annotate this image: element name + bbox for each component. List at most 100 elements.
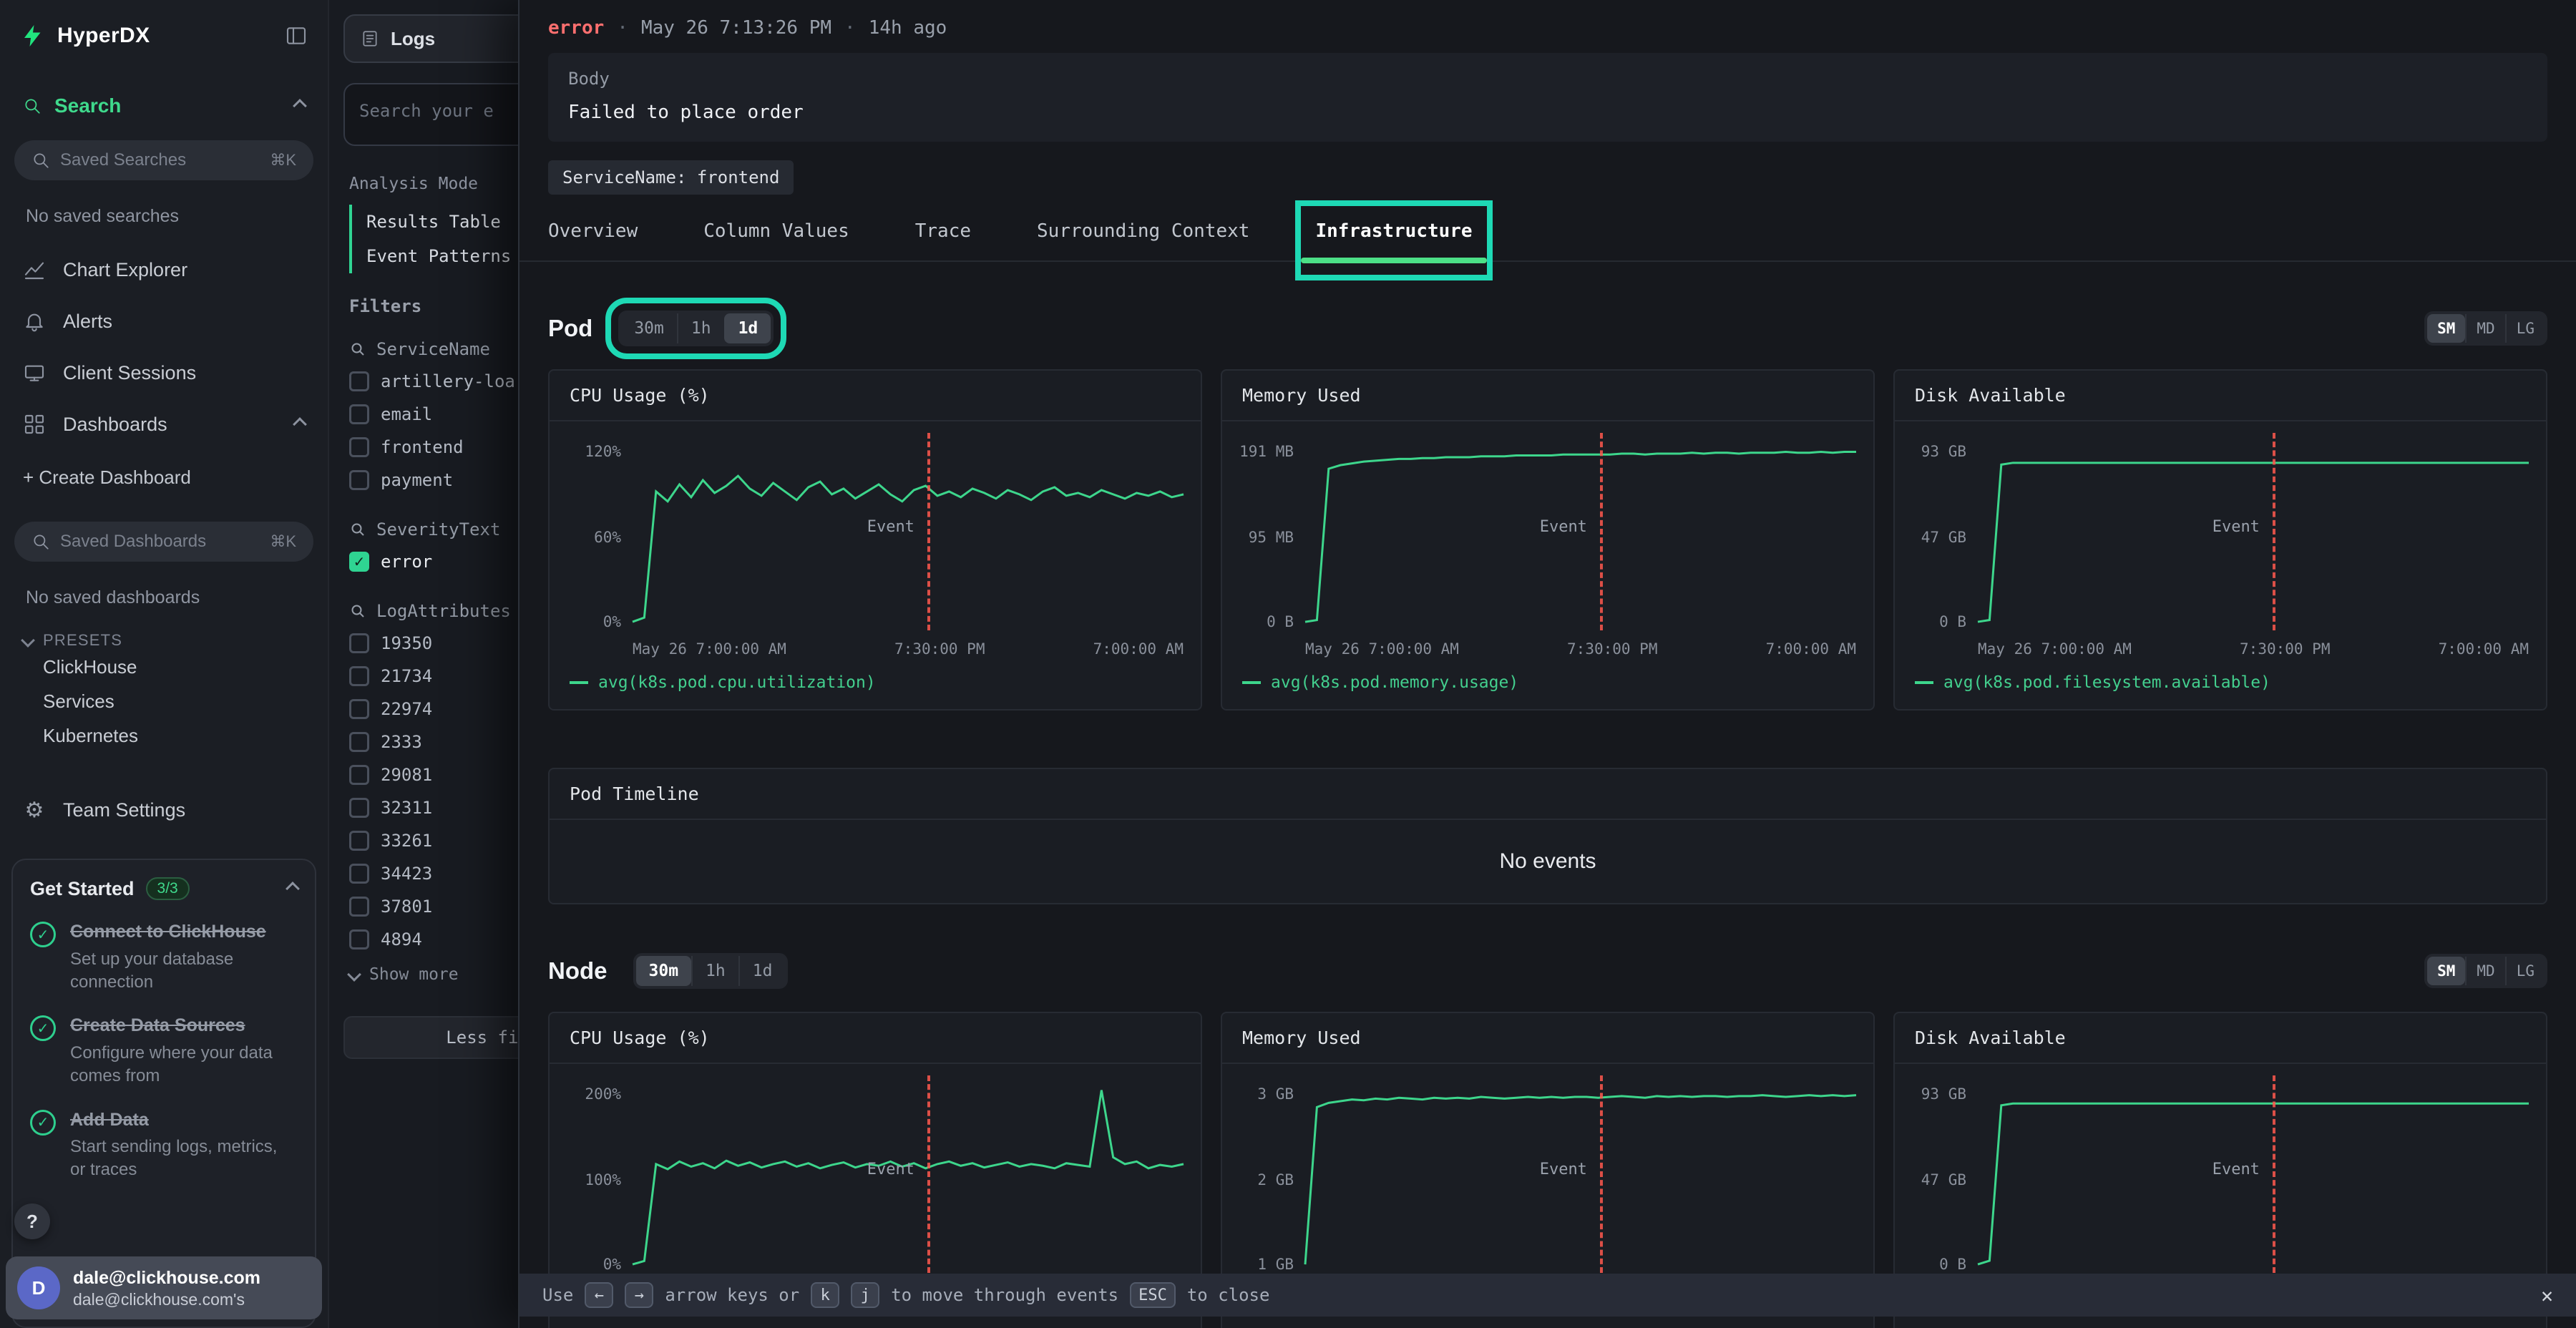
checkbox[interactable] (349, 929, 369, 949)
check-circle-icon: ✓ (30, 1015, 56, 1041)
pod-timeline-empty-text: No events (550, 820, 2546, 903)
chevron-down-icon (347, 967, 361, 982)
j-key: j (851, 1282, 879, 1308)
node-range-option-1d[interactable]: 1d (738, 956, 786, 986)
chevron-down-icon (21, 633, 35, 648)
sidebar-item-team-settings[interactable]: ⚙ Team Settings (0, 787, 328, 833)
preset-item-kubernetes[interactable]: Kubernetes (0, 718, 328, 753)
get-started-item[interactable]: ✓ Connect to ClickHouse Set up your data… (30, 920, 298, 994)
sidebar-item-alerts[interactable]: Alerts (0, 296, 328, 347)
node-size-option-md[interactable]: MD (2465, 957, 2504, 985)
legend-swatch-icon (1242, 681, 1261, 684)
node-chart-size-group[interactable]: SMMDLG (2424, 954, 2547, 988)
node-range-option-1h[interactable]: 1h (691, 956, 738, 986)
sidebar-item-search[interactable]: Search (23, 94, 305, 117)
service-name-tag[interactable]: ServiceName: frontend (548, 160, 794, 195)
pod-size-option-lg[interactable]: LG (2505, 314, 2545, 343)
checkbox[interactable] (349, 633, 369, 653)
event-marker-line (927, 1075, 930, 1273)
presets-toggle[interactable]: PRESETS (23, 631, 305, 650)
create-dashboard-button[interactable]: + Create Dashboard (0, 456, 328, 499)
checkbox[interactable] (349, 897, 369, 917)
task-subtitle: Configure where your data comes from (70, 1042, 296, 1088)
saved-dashboards-field[interactable] (60, 532, 260, 552)
sidebar-nav: Chart Explorer Alerts Client Sessions Da… (0, 244, 328, 450)
user-account-row[interactable]: D dale@clickhouse.com dale@clickhouse.co… (6, 1256, 322, 1319)
x-axis: May 26 7:00:00 AM 7:30:00 PM 7:00:00 AM (1305, 640, 1856, 658)
chart-plot-area: 3 GB 2 GB 1 GB Event (1222, 1064, 1873, 1307)
pod-size-option-md[interactable]: MD (2465, 314, 2504, 343)
shortcut-badge: ⌘K (270, 532, 296, 551)
pod-timeline-card: Pod Timeline No events (548, 768, 2547, 904)
collapse-sidebar-icon[interactable] (285, 24, 308, 47)
preset-item-clickhouse[interactable]: ClickHouse (0, 650, 328, 684)
checkbox[interactable] (349, 470, 369, 490)
y-axis-tick: 47 GB (1901, 1171, 1966, 1188)
pod-range-option-1d[interactable]: 1d (724, 313, 771, 343)
sidebar-item-chart-explorer[interactable]: Chart Explorer (0, 244, 328, 296)
get-started-item[interactable]: ✓ Add Data Start sending logs, metrics, … (30, 1108, 298, 1182)
close-icon[interactable]: ✕ (2541, 1284, 2553, 1307)
node-size-option-lg[interactable]: LG (2505, 957, 2545, 985)
saved-searches-field[interactable] (60, 150, 260, 170)
pod-chart-size-group[interactable]: SMMDLG (2424, 311, 2547, 346)
chart-legend-label: avg(k8s.pod.filesystem.available) (1943, 673, 2270, 692)
sidebar-item-dashboards[interactable]: Dashboards (0, 399, 328, 450)
sidebar: HyperDX Search ⌘K No saved searches Char… (0, 0, 329, 1328)
checkbox[interactable] (349, 831, 369, 851)
node-range-option-30m[interactable]: 30m (636, 956, 692, 986)
body-value: Failed to place order (568, 102, 2527, 123)
saved-searches-input[interactable]: ⌘K (14, 140, 313, 180)
checkbox[interactable] (349, 765, 369, 785)
progress-badge: 3/3 (146, 877, 190, 900)
help-button[interactable]: ? (14, 1204, 50, 1239)
presets-label: PRESETS (43, 631, 122, 650)
pod-range-option-1h[interactable]: 1h (677, 313, 724, 343)
event-marker-label: Event (1540, 1161, 1587, 1178)
saved-dashboards-input[interactable]: ⌘K (14, 522, 313, 562)
chart-title: CPU Usage (%) (550, 1013, 1201, 1064)
event-marker-label: Event (2212, 518, 2260, 536)
get-started-item[interactable]: ✓ Create Data Sources Configure where yo… (30, 1014, 298, 1088)
node-time-range-group[interactable]: 30m1h1d (633, 953, 789, 989)
sidebar-item-client-sessions[interactable]: Client Sessions (0, 347, 328, 399)
hint-suffix: to close (1187, 1285, 1270, 1305)
checkbox[interactable] (349, 404, 369, 424)
x-axis-tick: 7:30:00 PM (894, 640, 985, 658)
checkbox[interactable] (349, 699, 369, 719)
chart-title: Memory Used (1222, 371, 1873, 421)
checkbox[interactable] (349, 371, 369, 391)
node-section-title: Node (548, 957, 608, 985)
task-subtitle: Set up your database connection (70, 948, 296, 995)
chart-legend: avg(k8s.pod.memory.usage) (1222, 665, 1873, 709)
get-started-header[interactable]: Get Started 3/3 (30, 877, 298, 900)
checkbox[interactable] (349, 437, 369, 457)
hyperdx-logo-icon (20, 23, 46, 49)
checkbox[interactable]: ✓ (349, 552, 369, 572)
tab-overview[interactable]: Overview (548, 220, 638, 260)
node-size-option-sm[interactable]: SM (2427, 957, 2465, 985)
pod-range-option-30m[interactable]: 30m (621, 313, 677, 343)
tab-infrastructure[interactable]: Infrastructure (1315, 220, 1472, 260)
no-saved-dashboards-text: No saved dashboards (26, 587, 302, 608)
preset-item-services[interactable]: Services (0, 684, 328, 718)
pod-time-range-group[interactable]: 30m1h1d (618, 311, 774, 346)
tab-surrounding-context[interactable]: Surrounding Context (1037, 220, 1249, 260)
y-axis-tick: 60% (555, 529, 621, 546)
checkbox[interactable] (349, 732, 369, 752)
tab-trace[interactable]: Trace (915, 220, 971, 260)
right-arrow-key: → (625, 1282, 653, 1308)
x-axis: May 26 7:00:00 AM 7:30:00 PM 7:00:00 AM (1978, 640, 2529, 658)
pod-size-option-sm[interactable]: SM (2427, 314, 2465, 343)
y-axis-tick: 200% (555, 1085, 621, 1103)
tab-column-values[interactable]: Column Values (703, 220, 849, 260)
checkbox[interactable] (349, 798, 369, 818)
gear-icon: ⚙ (21, 798, 47, 823)
event-marker-line (2273, 1075, 2275, 1273)
checkbox[interactable] (349, 666, 369, 686)
pod-section-title: Pod (548, 315, 592, 342)
checkbox[interactable] (349, 864, 369, 884)
search-icon (31, 151, 50, 170)
event-marker-line (927, 433, 930, 630)
x-axis-tick: 7:00:00 AM (2439, 640, 2529, 658)
